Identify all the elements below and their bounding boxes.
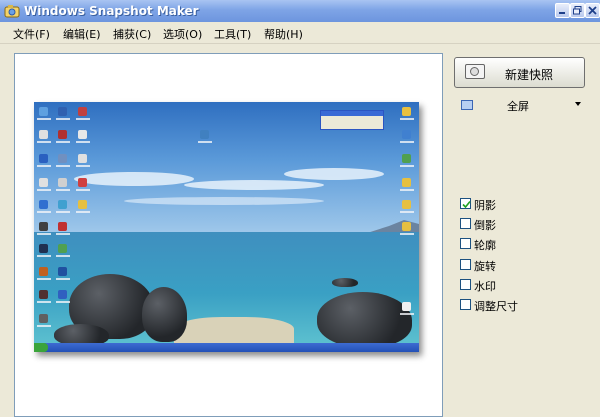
new-snapshot-button[interactable]: 新建快照 [454, 57, 585, 88]
outline-checkbox[interactable] [460, 238, 471, 249]
watermark-label: 水印 [474, 280, 496, 293]
menu-options[interactable]: 选项(O) [161, 25, 204, 43]
preview-canvas[interactable] [14, 53, 443, 417]
dropdown-arrow-icon [575, 102, 581, 106]
menu-bar: 文件(F) 编辑(E) 捕获(C) 选项(O) 工具(T) 帮助(H) [0, 22, 600, 44]
camera-icon [465, 64, 485, 79]
minimize-button[interactable] [555, 3, 570, 18]
fullscreen-icon [461, 100, 473, 110]
new-snapshot-label: 新建快照 [505, 68, 554, 82]
shadow-checkbox[interactable] [460, 198, 471, 209]
close-icon [588, 6, 597, 15]
title-bar[interactable]: Windows Snapshot Maker [0, 0, 600, 22]
minimize-icon [559, 12, 565, 14]
rotate-checkbox[interactable] [460, 259, 471, 270]
watermark-checkbox[interactable] [460, 279, 471, 290]
outline-label: 轮廓 [474, 239, 496, 252]
shadow-label: 阴影 [474, 199, 496, 212]
resize-label: 调整尺寸 [474, 300, 518, 313]
menu-help[interactable]: 帮助(H) [262, 25, 305, 43]
app-icon [4, 5, 20, 18]
menu-capture[interactable]: 捕获(C) [111, 25, 153, 43]
rotate-label: 旋转 [474, 260, 496, 273]
capture-mode-value: 全屏 [507, 100, 529, 113]
menu-edit[interactable]: 编辑(E) [61, 25, 103, 43]
reflection-checkbox[interactable] [460, 218, 471, 229]
window-title: Windows Snapshot Maker [24, 4, 199, 18]
screenshot-preview-image [34, 102, 419, 352]
close-button[interactable] [585, 3, 600, 18]
menu-tools[interactable]: 工具(T) [212, 25, 253, 43]
options-panel: 新建快照 全屏 阴影 倒影 轮廓 旋转 水印 调整尺寸 [449, 43, 600, 417]
resize-checkbox[interactable] [460, 299, 471, 310]
app-window: Windows Snapshot Maker 文件(F) 编辑(E) 捕获(C)… [0, 0, 600, 417]
restore-button[interactable] [570, 3, 585, 18]
reflection-label: 倒影 [474, 219, 496, 232]
checkmark-icon [462, 200, 471, 209]
restore-icon [573, 6, 582, 15]
menu-file[interactable]: 文件(F) [11, 25, 52, 43]
